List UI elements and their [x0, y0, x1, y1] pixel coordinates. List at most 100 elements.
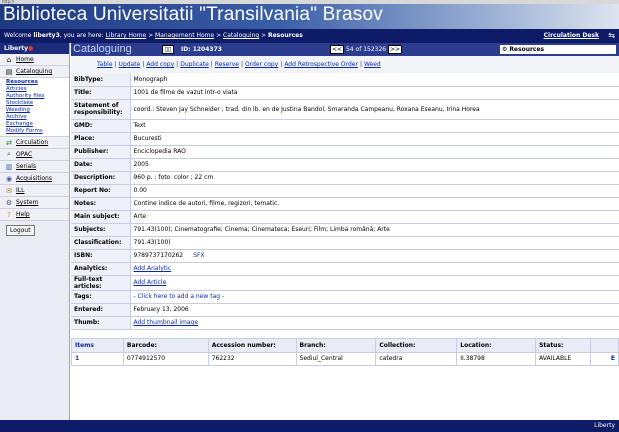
- welcome-bar: Welcome liberty3, you are here: Library …: [0, 29, 619, 43]
- table-cell: Sediul_Central: [295, 351, 377, 366]
- serials-icon: ▥: [5, 162, 13, 171]
- crumb-cataloguing[interactable]: Cataloguing: [223, 32, 259, 39]
- submenu-archive[interactable]: Archive: [0, 114, 69, 121]
- field-label: Tags:: [71, 290, 131, 304]
- item-number-link[interactable]: 1: [71, 351, 124, 366]
- sidebar-item-label: System: [16, 199, 39, 206]
- field-value-cell: Contine indice de autori, filme, regizor…: [130, 197, 619, 211]
- field-row: Notes: Contine indice de autori, filme, r…: [71, 197, 619, 211]
- submenu-authority-files[interactable]: Authority files: [0, 93, 69, 100]
- pager-text: 54 of 152326: [345, 46, 387, 53]
- field-value-cell: coord.: Steven Jay Schneider ; trad. din…: [130, 99, 619, 120]
- field-value-cell: - Click here to add a new tag -: [130, 290, 619, 304]
- sidebar-item-opac[interactable]: ⌕ OPAC: [0, 149, 69, 161]
- field-row: GMD: Text: [71, 119, 619, 133]
- sidebar-item-acquisitions[interactable]: ◉ Acquisitions: [0, 173, 69, 185]
- search-label: Resources: [509, 46, 545, 53]
- circulation-desk-link[interactable]: Circulation Desk: [544, 32, 599, 39]
- field-value-link[interactable]: Add thumbnail image: [134, 319, 199, 326]
- field-value: 960 p. : foto. color ; 22 cm: [133, 174, 214, 181]
- field-label: Entered:: [71, 303, 131, 317]
- next-record-button[interactable]: >>: [388, 45, 403, 54]
- resource-search-select[interactable]: ⚙ Resources: [500, 45, 616, 54]
- submenu-stocktake[interactable]: Stocktake: [0, 100, 69, 107]
- separator: |: [142, 61, 145, 68]
- sidebar-item-ill[interactable]: ✉ ILL: [0, 185, 69, 197]
- action-order-copy[interactable]: Order copy: [245, 61, 278, 68]
- field-row: Statement of responsibility: coord.: Stev…: [71, 99, 619, 120]
- field-value-cell: Arte: [130, 210, 619, 224]
- field-value: coord.: Steven Jay Schneider ; trad. din…: [133, 105, 480, 113]
- field-label: Classification:: [71, 236, 131, 250]
- crumb-library-home[interactable]: Library Home: [106, 32, 147, 39]
- system-icon: ⚙: [5, 198, 13, 207]
- field-value: Contine indice de autori, filme, regizor…: [133, 200, 280, 207]
- items-column-header: Items: [71, 337, 124, 353]
- field-value: 2005: [133, 161, 149, 168]
- submenu-exchange[interactable]: Exchange: [0, 121, 69, 128]
- field-row: ISBN: 9789737170262 SFX: [71, 249, 619, 263]
- action-weed[interactable]: Weed: [364, 61, 381, 68]
- table-cell: II.38798: [456, 351, 537, 366]
- field-value-cell: 1001 de filme de vazut intr-o viata: [130, 86, 619, 100]
- field-value-link[interactable]: Add Analytic: [134, 265, 172, 272]
- field-label: Main subject:: [71, 210, 131, 224]
- sfx-link[interactable]: SFX: [193, 252, 204, 259]
- footer-bar: Liberty: [0, 420, 619, 432]
- submenu-articles[interactable]: Articles: [0, 86, 69, 93]
- action-table[interactable]: Table: [97, 61, 113, 68]
- submenu-modify-forms[interactable]: Modify Forms: [0, 128, 69, 135]
- acquisitions-icon: ◉: [5, 174, 13, 183]
- field-value-cell: Add Analytic: [130, 262, 619, 276]
- action-update[interactable]: Update: [119, 61, 141, 68]
- action-reserve[interactable]: Reserve: [215, 61, 239, 68]
- sidebar-item-serials[interactable]: ▥ Serials: [0, 161, 69, 173]
- table-cell: catedra: [375, 351, 458, 366]
- action-add-retrospective-order[interactable]: Add Retrospective Order: [284, 61, 358, 68]
- action-add-copy[interactable]: Add copy: [146, 61, 174, 68]
- items-column-header: [590, 337, 619, 353]
- submenu-resources[interactable]: Resources: [0, 79, 69, 86]
- field-label: Report No:: [71, 184, 131, 198]
- submenu-weeding[interactable]: Weeding: [0, 107, 69, 114]
- crumb-resources: Resources: [267, 32, 303, 39]
- field-value: 9789737170262: [133, 252, 184, 259]
- separator: |: [280, 61, 283, 68]
- field-value-link[interactable]: Add Article: [134, 279, 167, 286]
- field-value: 791.43(100); Cinematografie; Cinema; Cin…: [133, 226, 390, 233]
- logout-button[interactable]: Logout: [6, 225, 35, 236]
- field-value-cell: Enciclopedia RAO: [130, 145, 619, 159]
- sidebar-item-label: OPAC: [16, 151, 33, 158]
- field-value: 1001 de filme de vazut intr-o viata: [133, 89, 238, 96]
- field-label: Description:: [71, 171, 131, 185]
- field-label: GMD:: [71, 119, 131, 133]
- welcome-mid: , you are here:: [59, 32, 106, 39]
- separator: |: [176, 61, 179, 68]
- item-edit-link[interactable]: E: [590, 351, 619, 366]
- field-row: Entered: February 13, 2006: [71, 303, 619, 317]
- field-row: Publisher: Enciclopedia RAO: [71, 145, 619, 159]
- field-value-link[interactable]: - Click here to add a new tag -: [134, 293, 225, 300]
- circulation-desk-icon[interactable]: ⇆: [608, 31, 615, 40]
- sidebar-item-home[interactable]: ⌂ Home: [0, 54, 69, 66]
- sidebar-item-help[interactable]: ? Help: [0, 209, 69, 221]
- prev-record-button[interactable]: <<: [330, 45, 345, 54]
- field-row: Place: Bucuresti: [71, 132, 619, 146]
- main-content: Cataloguing ▯▯ ID: 1204373 << 54 of 1523…: [71, 43, 619, 420]
- items-header-row: Items Barcode: Accession number: Branch: Col…: [71, 337, 619, 353]
- circulation-icon: ⇄: [6, 138, 12, 147]
- field-value-cell: 0.00: [130, 184, 619, 198]
- sidebar-item-system[interactable]: ⚙ System: [0, 197, 69, 209]
- sidebar-item-circulation[interactable]: ⇄ Circulation: [0, 137, 69, 149]
- crumb-management-home[interactable]: Management Home: [155, 32, 214, 39]
- home-icon: ⌂: [6, 55, 12, 64]
- sidebar-item-cataloguing[interactable]: ▤ Cataloguing: [0, 66, 69, 78]
- gear-icon: ⚙: [502, 46, 508, 53]
- field-label: Publisher:: [71, 145, 131, 159]
- field-value-cell: 9789737170262 SFX: [130, 249, 619, 263]
- field-row: Thumb: Add thumbnail image: [71, 316, 619, 330]
- action-duplicate[interactable]: Duplicate: [180, 61, 209, 68]
- field-value-cell: Add thumbnail image: [130, 316, 619, 330]
- sidebar: Liberty● ⌂ Home ▤ Cataloguing Resources Ar…: [0, 43, 70, 420]
- cataloguing-submenu: Resources Articles Authority files Stock…: [0, 78, 69, 137]
